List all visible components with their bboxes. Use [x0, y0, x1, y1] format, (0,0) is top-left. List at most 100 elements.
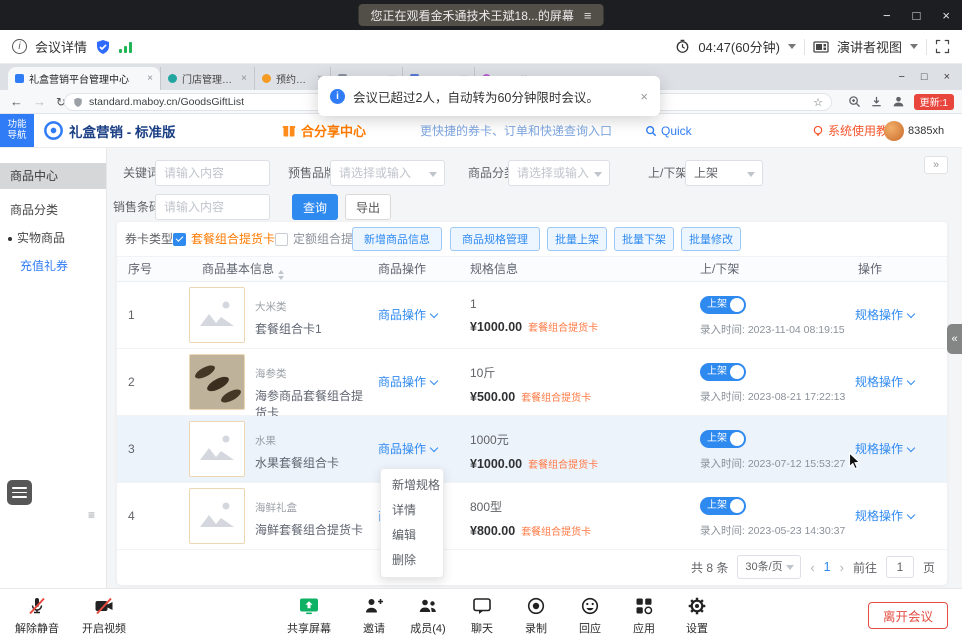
- batch-edit-button[interactable]: 批量修改: [681, 227, 741, 251]
- toast-close-icon[interactable]: ×: [640, 89, 648, 104]
- th-op: 商品操作: [378, 257, 426, 282]
- browser-close-icon[interactable]: ×: [944, 71, 950, 83]
- spec-op-dropdown[interactable]: 规格操作: [855, 483, 914, 550]
- brand-select[interactable]: 请选择或输入: [330, 160, 445, 186]
- reactions-button[interactable]: 回应: [560, 596, 620, 636]
- collapse-filters-button[interactable]: »: [924, 156, 948, 174]
- profile-icon[interactable]: [892, 95, 905, 108]
- brand-label: 预售品牌: [288, 160, 336, 186]
- product-image-placeholder: [189, 287, 245, 343]
- quick-search-link[interactable]: Quick: [645, 114, 692, 147]
- browser-update-badge[interactable]: 更新:1: [914, 94, 954, 110]
- product-op-dropdown[interactable]: 商品操作: [378, 349, 437, 416]
- leave-meeting-button[interactable]: 离开会议: [868, 602, 948, 629]
- bookmark-star-icon[interactable]: ☆: [813, 96, 823, 109]
- sidebar-item-physical-goods[interactable]: 实物商品: [0, 224, 106, 252]
- user-avatar[interactable]: [884, 121, 904, 141]
- shelf-select[interactable]: 上架: [685, 160, 763, 186]
- sidebar-section-goods-center[interactable]: 商品中心: [0, 163, 106, 189]
- start-video-button[interactable]: 开启视频: [74, 596, 134, 636]
- function-nav-button[interactable]: 功能 导航: [0, 114, 34, 147]
- shelf-toggle[interactable]: 上架: [700, 363, 746, 381]
- category-select[interactable]: 请选择或输入: [508, 160, 610, 186]
- mouse-cursor: [848, 452, 862, 475]
- banner-menu-icon[interactable]: ≡: [584, 8, 592, 23]
- browser-tab[interactable]: 礼盒营销平台管理中心 ×: [8, 67, 160, 90]
- export-button[interactable]: 导出: [345, 194, 391, 220]
- sidebar-item-recharge-voucher[interactable]: 充值礼券: [0, 252, 106, 280]
- browser-maximize-icon[interactable]: □: [921, 71, 928, 83]
- settings-button[interactable]: 设置: [667, 596, 727, 636]
- batch-on-shelf-button[interactable]: 批量上架: [547, 227, 607, 251]
- page-size-select[interactable]: 30条/页: [737, 555, 801, 579]
- sidebar-grip-icon[interactable]: ≡: [88, 508, 95, 522]
- toggle-knob: [730, 499, 744, 513]
- timer-dropdown-icon[interactable]: [788, 44, 796, 53]
- toggle-knob: [730, 365, 744, 379]
- apps-button[interactable]: 应用: [614, 596, 674, 636]
- th-info[interactable]: 商品基本信息: [202, 257, 284, 282]
- spec-op-dropdown[interactable]: 规格操作: [855, 416, 914, 483]
- combo-card-checkbox[interactable]: [173, 233, 186, 246]
- menu-item-add-spec[interactable]: 新增规格: [381, 473, 443, 498]
- timer-icon: [675, 39, 690, 54]
- current-page[interactable]: 1: [824, 560, 831, 574]
- meeting-details-button[interactable]: 会议详情: [35, 37, 87, 56]
- next-page-icon[interactable]: ›: [840, 560, 844, 575]
- keyword-input[interactable]: [155, 160, 270, 186]
- fixed-card-checkbox[interactable]: [275, 233, 288, 246]
- product-op-menu: 新增规格 详情 编辑 删除: [380, 468, 444, 578]
- shelf-toggle[interactable]: 上架: [700, 296, 746, 314]
- browser-tab[interactable]: 门店管理中心 ×: [160, 67, 254, 90]
- brand-title: 礼盒营销 - 标准版: [69, 121, 176, 141]
- username[interactable]: 8385xh: [908, 114, 944, 147]
- chat-button[interactable]: 聊天: [452, 596, 512, 636]
- close-icon[interactable]: ×: [942, 8, 950, 23]
- minimize-icon[interactable]: −: [883, 8, 891, 23]
- security-shield-icon[interactable]: [95, 39, 111, 55]
- share-center-link[interactable]: 合分享中心: [282, 114, 366, 147]
- pagination: 共 8 条 30条/页 ‹ 1 › 前往 页: [691, 552, 935, 582]
- spec-op-dropdown[interactable]: 规格操作: [855, 349, 914, 416]
- back-icon[interactable]: ←: [10, 94, 23, 109]
- tab-close-icon[interactable]: ×: [241, 73, 247, 84]
- prev-page-icon[interactable]: ‹: [810, 560, 814, 575]
- add-goods-button[interactable]: 新增商品信息: [352, 227, 442, 251]
- menu-item-edit[interactable]: 编辑: [381, 523, 443, 548]
- browser-minimize-icon[interactable]: −: [898, 71, 904, 83]
- goods-table-card: 券卡类型 套餐组合提货卡 定额组合提货卡 新增商品信息 商品规格管理 批量上架 …: [117, 222, 947, 585]
- sidebar-item-goods-category[interactable]: 商品分类: [0, 196, 106, 224]
- barcode-input[interactable]: [155, 194, 270, 220]
- unmute-button[interactable]: 解除静音: [7, 596, 67, 636]
- members-button[interactable]: 成员(4): [398, 596, 458, 636]
- download-icon[interactable]: [870, 95, 883, 108]
- shelf-toggle[interactable]: 上架: [700, 430, 746, 448]
- combo-card-checkbox-label[interactable]: 套餐组合提货卡: [191, 222, 275, 256]
- toast-text: 会议已超过2人，自动转为60分钟限时会议。: [353, 87, 599, 106]
- goto-page-input[interactable]: [886, 556, 914, 578]
- record-button[interactable]: 录制: [506, 596, 566, 636]
- share-screen-button[interactable]: 共享屏幕: [279, 596, 339, 636]
- maximize-icon[interactable]: □: [913, 8, 921, 23]
- sort-icon[interactable]: [278, 267, 284, 283]
- view-mode-button[interactable]: 演讲者视图: [837, 37, 902, 56]
- info-icon: i: [12, 39, 27, 54]
- spec-op-dropdown[interactable]: 规格操作: [855, 282, 914, 349]
- screen: 您正在观看金禾通技术王斌18...的屏幕 ≡ − □ × i 会议详情 04:4…: [0, 0, 962, 642]
- tab-close-icon[interactable]: ×: [147, 73, 153, 84]
- shelf-toggle[interactable]: 上架: [700, 497, 746, 515]
- forward-icon[interactable]: →: [33, 94, 46, 109]
- meeting-panel-toggle[interactable]: [7, 480, 32, 505]
- right-collapse-handle[interactable]: «: [947, 324, 962, 354]
- batch-off-shelf-button[interactable]: 批量下架: [614, 227, 674, 251]
- product-op-dropdown[interactable]: 商品操作: [378, 282, 437, 349]
- fullscreen-icon[interactable]: [935, 39, 950, 54]
- meeting-timer[interactable]: 04:47(60分钟): [698, 37, 780, 56]
- menu-item-delete[interactable]: 删除: [381, 548, 443, 573]
- zoom-icon[interactable]: [848, 95, 861, 108]
- spec-manage-button[interactable]: 商品规格管理: [450, 227, 540, 251]
- view-dropdown-icon[interactable]: [910, 44, 918, 53]
- search-button[interactable]: 查询: [292, 194, 338, 220]
- invite-button[interactable]: 邀请: [344, 596, 404, 636]
- menu-item-detail[interactable]: 详情: [381, 498, 443, 523]
